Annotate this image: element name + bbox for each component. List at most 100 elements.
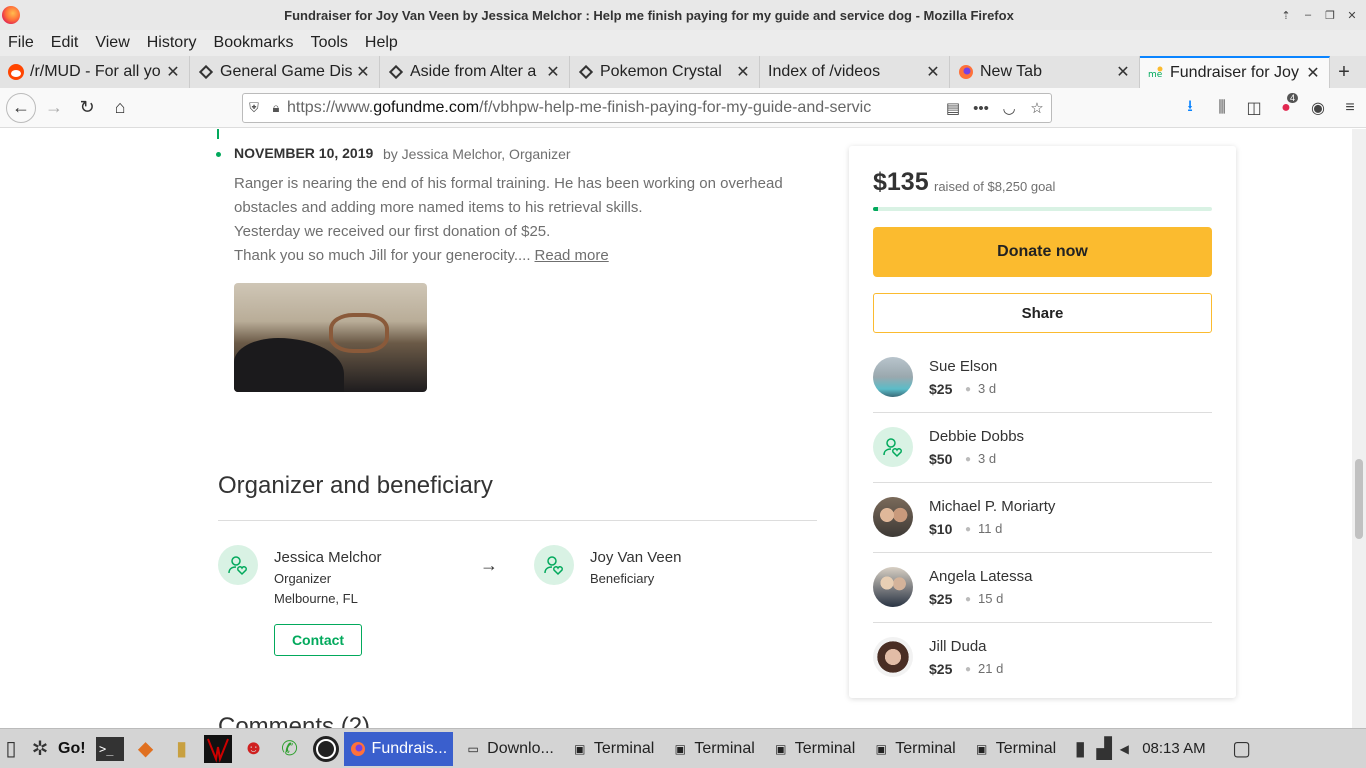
read-more-link[interactable]: Read more xyxy=(535,247,609,264)
show-desktop-icon[interactable]: ▢ xyxy=(1224,732,1260,766)
clock: 08:13 AM xyxy=(1142,740,1206,757)
folder-icon: ▭ xyxy=(467,741,479,756)
close-tab-icon[interactable]: ✕ xyxy=(925,62,941,82)
menu-help[interactable]: Help xyxy=(365,34,398,52)
menu-history[interactable]: History xyxy=(147,34,197,52)
donor-item: Sue Elson $25 ● 3 d xyxy=(873,343,1212,413)
system-tray-small-icon[interactable]: ▯ xyxy=(0,732,22,766)
taskbar-task-terminal[interactable]: ▣ Terminal xyxy=(767,732,861,766)
url-text[interactable]: https://www.gofundme.com/f/vbhpw-help-me… xyxy=(287,99,939,117)
battery-icon[interactable]: ▮ xyxy=(1068,732,1092,766)
page-actions-icon[interactable]: ••• xyxy=(967,100,995,117)
tab-bar: /r/MUD - For all yo ✕ General Game Dis ✕… xyxy=(0,56,1366,88)
share-button[interactable]: Share xyxy=(873,293,1212,333)
lock-icon[interactable]: 🔒︎ xyxy=(265,100,287,116)
url-bar[interactable]: ⛨ 🔒︎ https://www.gofundme.com/f/vbhpw-he… xyxy=(242,93,1052,123)
taskbar-task-terminal[interactable]: ▣ Terminal xyxy=(867,732,961,766)
file-manager-icon[interactable]: ▮ xyxy=(164,732,200,766)
sidebar-icon[interactable]: ◫ xyxy=(1238,98,1270,118)
donor-name: Debbie Dobbs xyxy=(929,428,1025,445)
reload-button[interactable]: ↻ xyxy=(72,93,102,123)
pocket-icon[interactable]: ◡ xyxy=(995,99,1023,117)
svg-text:me: me xyxy=(1148,70,1163,80)
hamburger-menu-icon[interactable]: ≡ xyxy=(1334,99,1366,117)
maximize-button[interactable]: ❐ xyxy=(1322,7,1338,23)
contact-button[interactable]: Contact xyxy=(274,624,362,656)
scrollbar-thumb[interactable] xyxy=(1355,459,1363,539)
close-tab-icon[interactable]: ✕ xyxy=(165,62,181,82)
update-line: Yesterday we received our first donation… xyxy=(234,223,551,240)
taskbar-task-terminal[interactable]: ▣ Terminal xyxy=(968,732,1062,766)
phone-icon[interactable]: ✆ xyxy=(272,732,308,766)
menu-tools[interactable]: Tools xyxy=(311,34,348,52)
terminal-icon: ▣ xyxy=(775,741,787,756)
menu-bookmarks[interactable]: Bookmarks xyxy=(214,34,294,52)
close-window-button[interactable]: ✕ xyxy=(1344,7,1360,23)
close-tab-icon[interactable]: ✕ xyxy=(355,62,371,82)
tab-aside-from-alter[interactable]: Aside from Alter a ✕ xyxy=(380,56,570,88)
organizer-name[interactable]: Jessica Melchor xyxy=(274,549,382,566)
extension-icon[interactable]: ● 4 xyxy=(1270,93,1302,117)
tab-new-tab[interactable]: New Tab ✕ xyxy=(950,56,1140,88)
taskbar-task-terminal[interactable]: ▣ Terminal xyxy=(666,732,760,766)
close-tab-icon[interactable]: ✕ xyxy=(545,62,561,82)
close-tab-icon[interactable]: ✕ xyxy=(1115,62,1131,82)
signal-icon[interactable]: ▟ xyxy=(1092,732,1116,766)
new-tab-button[interactable]: + xyxy=(1330,56,1358,88)
organizer-heading: Organizer and beneficiary xyxy=(218,472,493,499)
account-icon[interactable]: ◉ xyxy=(1302,98,1334,118)
svg-text:>_: >_ xyxy=(99,742,114,756)
menu-view[interactable]: View xyxy=(95,34,129,52)
tab-pokemon-crystal[interactable]: Pokemon Crystal ✕ xyxy=(570,56,760,88)
close-tab-icon[interactable]: ✕ xyxy=(735,62,751,82)
home-button[interactable]: ⌂ xyxy=(105,93,135,123)
taskbar: ▯ ✲ Go! >_ ◆ ▮ ☻ ✆ Fundrais... ▭ Downlo.… xyxy=(0,728,1366,768)
organizer-location: Melbourne, FL xyxy=(274,591,358,606)
minimize-button[interactable]: – xyxy=(1300,7,1316,23)
forward-button[interactable]: → xyxy=(39,93,69,123)
update-line: Thank you so much Jill for your generoci… xyxy=(234,247,531,264)
go-menu-icon[interactable]: ✲ xyxy=(22,732,58,766)
window-up-icon[interactable]: ⇡ xyxy=(1278,7,1294,23)
tab-fundraiser[interactable]: me Fundraiser for Joy ✕ xyxy=(1140,56,1330,88)
timeline-line xyxy=(217,129,219,139)
shield-icon[interactable]: ⛨ xyxy=(243,100,265,116)
tab-reddit-mud[interactable]: /r/MUD - For all yo ✕ xyxy=(0,56,190,88)
diamond-icon xyxy=(198,64,214,80)
menu-edit[interactable]: Edit xyxy=(51,34,79,52)
taskbar-task-firefox[interactable]: Fundrais... xyxy=(343,731,454,766)
bookmark-star-icon[interactable]: ☆ xyxy=(1023,99,1051,117)
update-line: Ranger is nearing the end of his formal … xyxy=(234,175,783,216)
game-launcher-icon[interactable]: ◆ xyxy=(128,732,164,766)
update-text: Ranger is nearing the end of his formal … xyxy=(234,172,814,268)
donor-item: Michael P. Moriarty $10 ● 11 d xyxy=(873,483,1212,553)
donor-time: 15 d xyxy=(978,591,1004,606)
back-button[interactable]: ← xyxy=(6,92,36,123)
update-photo[interactable] xyxy=(234,283,427,392)
menu-file[interactable]: File xyxy=(8,34,34,52)
vertical-scrollbar[interactable] xyxy=(1352,129,1366,728)
beneficiary-name: Joy Van Veen xyxy=(590,549,682,566)
go-button[interactable]: Go! xyxy=(58,740,86,758)
taskbar-task-downloads[interactable]: ▭ Downlo... xyxy=(459,732,560,766)
app-launcher-icon[interactable] xyxy=(200,732,236,766)
taskbar-task-terminal[interactable]: ▣ Terminal xyxy=(566,732,660,766)
reader-view-icon[interactable]: ▤ xyxy=(939,99,967,117)
donor-name: Sue Elson xyxy=(929,358,998,375)
donate-now-button[interactable]: Donate now xyxy=(873,227,1212,277)
tab-index-videos[interactable]: Index of /videos ✕ xyxy=(760,56,950,88)
terminal-launcher-icon[interactable]: >_ xyxy=(92,732,128,766)
window-title: Fundraiser for Joy Van Veen by Jessica M… xyxy=(284,7,1014,23)
tray-arrow-icon[interactable]: ◀ xyxy=(1116,732,1132,766)
donor-avatar xyxy=(873,497,913,537)
devil-icon[interactable]: ☻ xyxy=(236,732,272,766)
downloads-icon[interactable]: ⭳ xyxy=(1174,95,1206,122)
obs-icon[interactable] xyxy=(308,732,344,766)
donation-card: $135 raised of $8,250 goal Donate now Sh… xyxy=(849,146,1236,698)
close-tab-icon[interactable]: ✕ xyxy=(1305,63,1321,83)
donor-amount: $25 xyxy=(929,591,953,607)
tab-general-game[interactable]: General Game Dis ✕ xyxy=(190,56,380,88)
donor-item: Angela Latessa $25 ● 15 d xyxy=(873,553,1212,623)
update-author: by Jessica Melchor, Organizer xyxy=(383,146,571,162)
library-icon[interactable]: ⫼ xyxy=(1206,99,1238,117)
